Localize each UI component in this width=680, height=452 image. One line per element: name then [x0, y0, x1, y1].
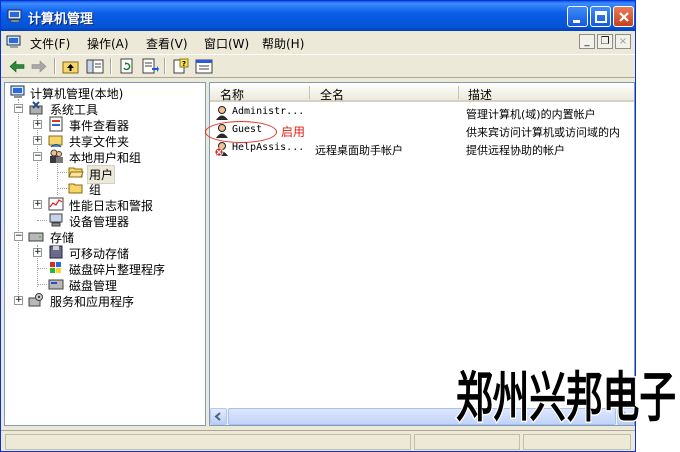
tree-line — [37, 268, 47, 269]
column-header-description[interactable]: 描述 — [468, 86, 492, 103]
user-description: 管理计算机(域)的内置帐户 — [466, 108, 596, 121]
column-header-fullname[interactable]: 全名 — [320, 86, 344, 103]
refresh-icon[interactable] — [117, 57, 137, 76]
minimize-button[interactable] — [567, 6, 588, 27]
scroll-left-button[interactable] — [210, 408, 227, 425]
disk-management-icon — [48, 279, 64, 290]
status-cell — [523, 434, 631, 450]
expand-icon[interactable]: + — [33, 248, 42, 257]
tree-line — [37, 284, 47, 285]
toolbar-separator — [164, 58, 166, 74]
tree-label: 计算机管理(本地) — [30, 87, 124, 101]
device-manager-icon — [49, 213, 63, 227]
child-minimize-button[interactable]: _ — [579, 34, 595, 49]
tree-label: 事件查看器 — [69, 119, 130, 133]
collapse-icon[interactable]: − — [14, 104, 23, 113]
enable-annotation: 启用 — [281, 125, 306, 139]
event-viewer-icon — [49, 116, 63, 132]
collapse-icon[interactable]: − — [14, 232, 23, 241]
user-row-administrator[interactable]: Administr... 管理计算机(域)的内置帐户 — [210, 104, 634, 122]
tree-line — [57, 188, 67, 189]
users-groups-icon — [50, 149, 63, 163]
shared-folder-icon — [48, 135, 63, 148]
tree-label: 服务和应用程序 — [50, 295, 135, 309]
tree-label: 组 — [89, 183, 102, 197]
expand-icon[interactable]: + — [33, 120, 42, 129]
column-divider[interactable] — [309, 86, 310, 99]
minimize-icon — [573, 20, 580, 23]
expand-icon[interactable]: + — [33, 200, 42, 209]
storage-icon — [28, 232, 44, 242]
tree-line — [18, 99, 19, 303]
defrag-icon — [50, 262, 61, 273]
folder-icon — [68, 183, 83, 194]
column-divider[interactable] — [458, 86, 459, 99]
menu-bar: 文件(F) 操作(A) 查看(V) 窗口(W) 帮助(H) _ ❐ × — [1, 31, 635, 53]
toolbar-separator — [110, 58, 112, 74]
user-icon — [216, 106, 228, 120]
close-button[interactable] — [613, 6, 634, 27]
up-folder-icon[interactable] — [61, 57, 81, 76]
tree-label: 共享文件夹 — [69, 135, 130, 149]
computer-management-icon — [7, 9, 22, 23]
user-description: 提供远程协助的帐户 — [466, 144, 565, 157]
user-name: HelpAssis... — [232, 142, 305, 153]
help-icon[interactable]: ? — [171, 57, 191, 76]
console-tree[interactable]: 计算机管理(本地) − 系统工具 + 事件查看器 + 共享文件夹 − 本地用户和… — [4, 82, 206, 426]
computer-management-icon — [6, 35, 21, 48]
user-row-helpassistant[interactable]: HelpAssis... 远程桌面助手帐户 提供远程协助的帐户 — [210, 140, 634, 158]
close-icon — [619, 12, 629, 22]
watermark-text: 郑州兴邦电子 — [456, 366, 676, 429]
forward-arrow-icon[interactable] — [29, 57, 49, 76]
tools-icon — [29, 101, 43, 115]
export-list-icon[interactable] — [140, 57, 160, 76]
removable-storage-icon — [49, 245, 63, 259]
watermark: 郑州兴邦电子 — [455, 365, 678, 431]
tree-label: 可移动存储 — [69, 247, 130, 261]
menu-window[interactable]: 窗口(W) — [204, 35, 249, 52]
guest-highlight-ellipse — [205, 121, 277, 143]
folder-open-icon — [68, 167, 84, 178]
maximize-button[interactable] — [590, 6, 611, 27]
menu-help[interactable]: 帮助(H) — [262, 35, 304, 52]
collapse-icon[interactable]: − — [33, 152, 42, 161]
tree-label: 性能日志和警报 — [69, 199, 154, 213]
maximize-icon — [595, 11, 607, 23]
expand-icon[interactable]: + — [33, 136, 42, 145]
menu-file[interactable]: 文件(F) — [30, 35, 70, 52]
expand-icon[interactable]: + — [14, 296, 23, 305]
services-icon — [28, 293, 43, 307]
child-restore-button[interactable]: ❐ — [597, 34, 613, 49]
list-header: 名称 全名 描述 — [210, 83, 634, 102]
svg-text:?: ? — [182, 60, 186, 68]
status-cell — [414, 434, 520, 450]
tree-label: 设备管理器 — [69, 215, 130, 229]
user-name: Administr... — [232, 106, 305, 117]
user-description: 供来宾访问计算机或访问域的内 — [466, 126, 620, 139]
menu-view[interactable]: 查看(V) — [146, 35, 188, 52]
menu-action[interactable]: 操作(A) — [87, 35, 129, 52]
back-arrow-icon[interactable] — [7, 57, 27, 76]
tree-label: 磁盘碎片整理程序 — [69, 263, 166, 277]
computer-icon — [10, 85, 25, 98]
performance-icon — [48, 197, 64, 211]
toolbar-separator — [54, 58, 56, 74]
column-header-name[interactable]: 名称 — [220, 86, 244, 103]
tree-line — [57, 161, 58, 195]
tree-label: 磁盘管理 — [69, 279, 118, 293]
chevron-left-icon — [214, 412, 221, 421]
properties-icon[interactable] — [194, 57, 214, 76]
child-close-button[interactable]: × — [615, 34, 631, 49]
show-tree-icon[interactable] — [85, 57, 105, 76]
tree-line — [37, 220, 47, 221]
status-cell — [5, 434, 411, 450]
window-title: 计算机管理 — [28, 12, 94, 27]
toolbar: ? — [1, 54, 635, 78]
title-bar[interactable]: 计算机管理 — [1, 1, 635, 31]
disabled-user-icon — [214, 142, 228, 157]
user-fullname: 远程桌面助手帐户 — [315, 144, 403, 157]
tree-line — [57, 172, 67, 173]
